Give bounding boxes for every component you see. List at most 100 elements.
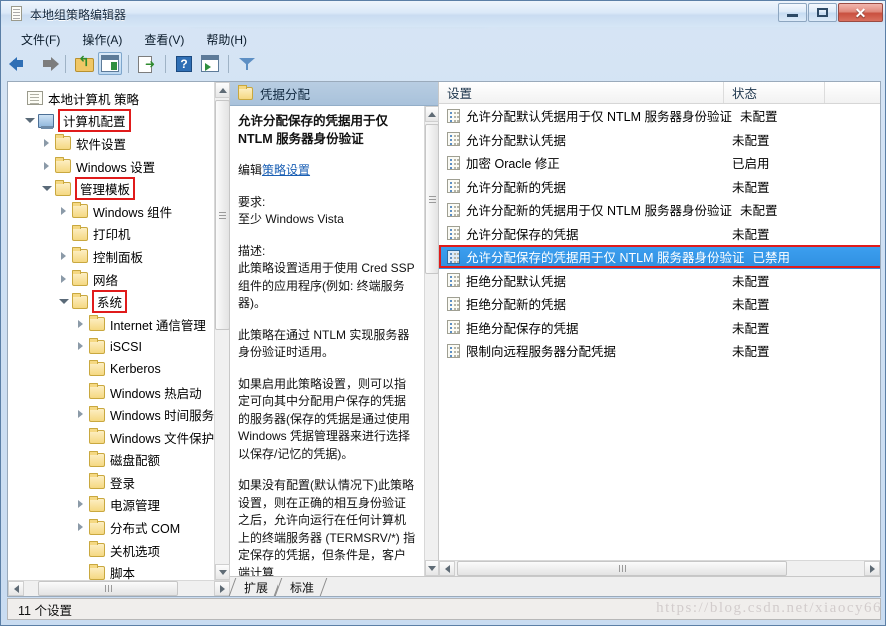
folder-icon <box>89 495 105 512</box>
table-row[interactable]: 允许分配新的凭据 未配置 <box>439 175 880 199</box>
policy-setting-icon <box>447 202 460 217</box>
tree-item[interactable]: 计算机配置 <box>14 109 214 133</box>
status-badge: 未配置 <box>732 274 770 289</box>
tab-standard[interactable]: 标准 <box>278 578 325 596</box>
table-row[interactable]: 拒绝分配默认凭据 未配置 <box>439 269 880 293</box>
tree-vertical-scrollbar[interactable] <box>214 82 230 580</box>
forward-button[interactable] <box>35 52 59 75</box>
tree-item[interactable]: 控制面板 <box>14 245 214 268</box>
menu-action[interactable]: 操作(A) <box>71 29 133 50</box>
tree-scroll-thumb[interactable] <box>215 100 230 330</box>
tree-horizontal-scrollbar[interactable] <box>8 580 230 596</box>
tree-item-label: Windows 设置 <box>76 160 156 175</box>
table-row[interactable]: 允许分配默认凭据 未配置 <box>439 128 880 152</box>
list-scroll-right-button[interactable] <box>864 561 880 576</box>
chevron-right-icon[interactable] <box>76 499 87 510</box>
tree-item[interactable]: 软件设置 <box>14 132 214 155</box>
status-badge: 已启用 <box>732 157 770 172</box>
chevron-right-icon[interactable] <box>42 161 53 172</box>
table-row[interactable]: 拒绝分配保存的凭据 未配置 <box>439 316 880 340</box>
chevron-right-icon[interactable] <box>76 319 87 330</box>
status-badge: 已禁用 <box>752 251 790 266</box>
table-row[interactable]: 允许分配保存的凭据 未配置 <box>439 222 880 246</box>
chevron-right-icon[interactable] <box>59 274 70 285</box>
policy-document-icon <box>9 6 24 22</box>
table-row[interactable]: 加密 Oracle 修正 已启用 <box>439 151 880 175</box>
tree-item[interactable]: iSCSI <box>14 336 214 359</box>
tree-item[interactable]: 登录 <box>14 471 214 494</box>
group-policy-editor-window: 本地组策略编辑器 ✕ 文件(F) 操作(A) 查看(V) 帮助(H) ? <box>0 0 886 626</box>
description-scroll-up-button[interactable] <box>425 106 439 122</box>
show-action-pane-button[interactable] <box>198 52 222 75</box>
filter-button[interactable] <box>235 52 259 75</box>
policy-setting-icon <box>447 132 460 147</box>
up-one-level-button[interactable] <box>72 52 96 75</box>
tree-item-label: 系统 <box>92 290 128 314</box>
column-header-setting[interactable]: 设置 <box>439 82 724 103</box>
list-horizontal-scrollbar[interactable] <box>439 560 880 576</box>
chevron-right-icon[interactable] <box>42 138 53 149</box>
tree-item-label: 本地计算机 策略 <box>48 92 139 107</box>
chevron-right-icon[interactable] <box>76 341 87 352</box>
tree-scroll-right-button[interactable] <box>214 581 230 596</box>
tree-item-label: Windows 时间服务 <box>110 409 214 424</box>
chevron-right-icon[interactable] <box>59 251 70 262</box>
tree-scroll-left-button[interactable] <box>8 581 24 596</box>
tree-item[interactable]: 脚本 <box>14 561 214 580</box>
edit-policy-setting-link[interactable]: 策略设置 <box>262 163 310 177</box>
chevron-right-icon[interactable] <box>76 522 87 533</box>
tree-item[interactable]: Windows 时间服务 <box>14 403 214 426</box>
tree-item[interactable]: Windows 设置 <box>14 155 214 178</box>
tree-item[interactable]: 关机选项 <box>14 539 214 562</box>
chevron-down-icon[interactable] <box>42 183 53 194</box>
chevron-down-icon[interactable] <box>59 296 70 307</box>
back-button[interactable] <box>9 52 33 75</box>
tree-item[interactable]: Windows 热启动 <box>14 381 214 404</box>
export-list-button[interactable] <box>135 52 159 75</box>
description-vertical-scrollbar[interactable] <box>424 106 439 576</box>
maximize-button[interactable] <box>808 3 837 22</box>
table-row[interactable]: 允许分配新的凭据用于仅 NTLM 服务器身份验证 未配置 <box>439 198 880 222</box>
tree-hscroll-thumb[interactable] <box>38 581 178 596</box>
tree-item[interactable]: Internet 通信管理 <box>14 313 214 336</box>
chevron-right-icon[interactable] <box>59 206 70 217</box>
tree-item[interactable]: 网络 <box>14 268 214 291</box>
tree-item[interactable]: 本地计算机 策略 <box>14 87 214 110</box>
folder-icon <box>89 473 105 490</box>
minimize-button[interactable] <box>778 3 807 22</box>
show-console-tree-button[interactable] <box>98 52 122 75</box>
details-area: 凭据分配 允许分配保存的凭据用于仅 NTLM 服务器身份验证 编辑策略设置 要求… <box>230 82 880 596</box>
tree-item[interactable]: Kerberos <box>14 358 214 381</box>
tree-item[interactable]: 分布式 COM <box>14 516 214 539</box>
tree-scroll-up-button[interactable] <box>215 82 230 98</box>
list-scroll-left-button[interactable] <box>439 561 455 576</box>
menu-view[interactable]: 查看(V) <box>133 29 195 50</box>
description-scroll-down-button[interactable] <box>425 560 439 576</box>
column-header-comment[interactable] <box>825 82 880 103</box>
tree-item[interactable]: 系统 <box>14 290 214 314</box>
help-button[interactable]: ? <box>172 52 196 75</box>
chevron-down-icon[interactable] <box>25 115 36 126</box>
tree-item[interactable]: 电源管理 <box>14 494 214 517</box>
tab-extended[interactable]: 扩展 <box>232 578 279 596</box>
description-scroll-thumb[interactable] <box>425 124 439 274</box>
column-header-state[interactable]: 状态 <box>724 82 825 103</box>
chevron-right-icon[interactable] <box>76 409 87 420</box>
tree-item[interactable]: 打印机 <box>14 223 214 246</box>
show-action-pane-icon <box>201 55 219 72</box>
table-row[interactable]: 拒绝分配新的凭据 未配置 <box>439 292 880 316</box>
tree-item[interactable]: Windows 文件保护 <box>14 426 214 449</box>
view-tabs: 扩展 标准 <box>230 576 880 596</box>
close-button[interactable]: ✕ <box>838 3 883 22</box>
table-row[interactable]: 限制向远程服务器分配凭据 未配置 <box>439 339 880 363</box>
menu-help[interactable]: 帮助(H) <box>195 29 258 50</box>
tree-item[interactable]: Windows 组件 <box>14 200 214 223</box>
menu-file[interactable]: 文件(F) <box>10 29 71 50</box>
tree-item-label: 打印机 <box>93 228 131 243</box>
list-hscroll-thumb[interactable] <box>457 561 787 576</box>
tree-item[interactable]: 磁盘配额 <box>14 449 214 472</box>
table-row[interactable]: 允许分配默认凭据用于仅 NTLM 服务器身份验证 未配置 <box>439 104 880 128</box>
tree-item[interactable]: 管理模板 <box>14 177 214 201</box>
table-row[interactable]: 允许分配保存的凭据用于仅 NTLM 服务器身份验证 已禁用 <box>439 245 880 269</box>
tree-scroll-down-button[interactable] <box>215 564 230 580</box>
